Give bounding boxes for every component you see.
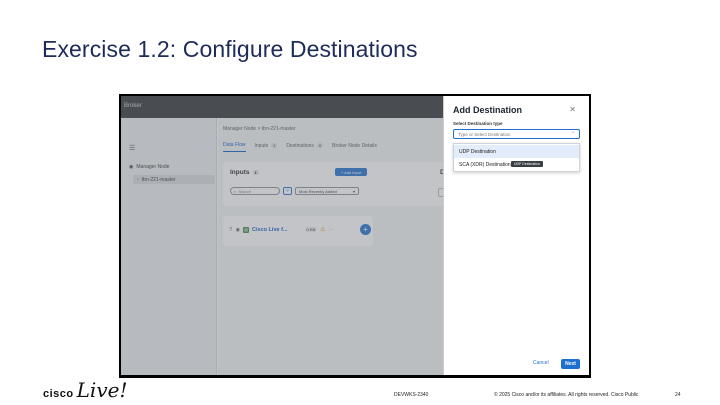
destination-placeholder: Type or Select Destination <box>458 131 511 137</box>
close-icon[interactable]: ✕ <box>569 105 576 114</box>
chevron-up-icon: ⌃ <box>571 131 575 136</box>
session-code: DEVWKS-2340 <box>394 392 429 398</box>
destination-dropdown: UDP Destination SCA (XDR) Destination UD… <box>453 143 580 172</box>
next-button[interactable]: Next <box>561 359 580 369</box>
broker-app: Broker ☰ ◉ Manager Node ▫ tbn-221-master… <box>121 96 589 375</box>
option-udp-destination[interactable]: UDP Destination <box>454 145 579 158</box>
panel-title: Add Destination <box>453 105 522 115</box>
logo-live-text: Live! <box>76 378 128 402</box>
logo-cisco-text: cisco <box>43 388 74 400</box>
cisco-live-logo: cisco Live! <box>43 378 128 402</box>
page-number: 24 <box>675 392 681 398</box>
option-label: SCA (XDR) Destination <box>459 161 511 168</box>
screenshot-frame: Broker ☰ ◉ Manager Node ▫ tbn-221-master… <box>119 94 591 378</box>
destination-type-label: Select Destination type <box>453 121 503 126</box>
slide-title: Exercise 1.2: Configure Destinations <box>42 36 418 62</box>
destination-type-select[interactable]: Type or Select Destination ⌃ <box>453 129 580 139</box>
option-label: UDP Destination <box>459 148 496 155</box>
cancel-button[interactable]: Cancel <box>533 360 549 366</box>
add-destination-panel: Add Destination ✕ Select Destination typ… <box>443 96 589 375</box>
option-tooltip: UDP Destination <box>511 161 543 167</box>
modal-overlay[interactable] <box>121 96 443 375</box>
copyright: © 2025 Cisco and/or its affiliates. All … <box>494 392 639 398</box>
